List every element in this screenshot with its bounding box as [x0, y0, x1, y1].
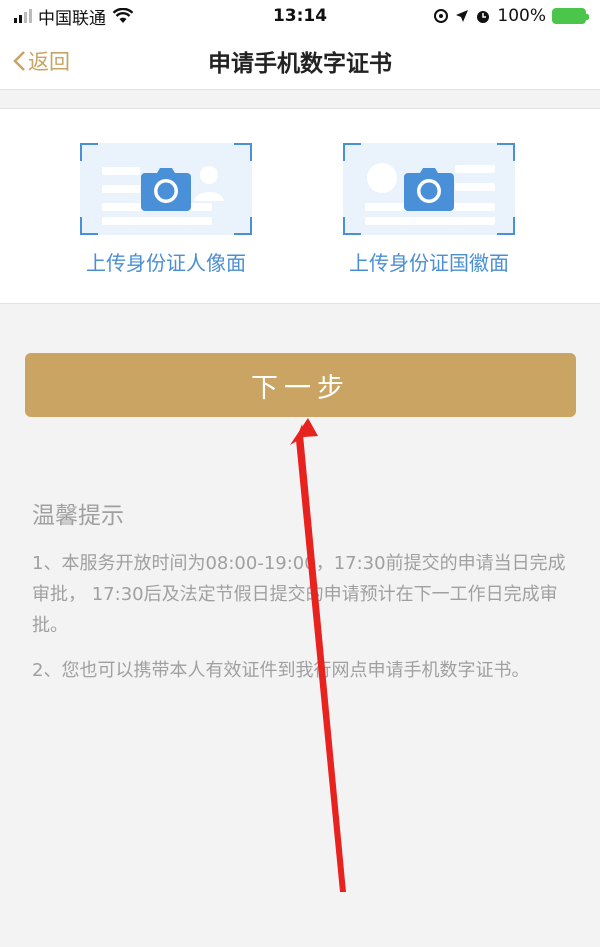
next-step-button[interactable]: 下一步	[25, 353, 576, 417]
alarm-icon	[477, 11, 490, 23]
camera-icon	[141, 168, 191, 211]
tip-item: 1、本服务开放时间为08:00-19:00，17:30前提交的申请当日完成审批，…	[32, 553, 566, 636]
id-card-front-placeholder	[80, 143, 252, 235]
status-right: 100%	[433, 6, 589, 26]
chevron-left-icon	[13, 51, 25, 71]
tips-title: 温馨提示	[32, 503, 124, 529]
tips-section: 温馨提示 1、本服务开放时间为08:00-19:00，17:30前提交的申请当日…	[32, 496, 577, 700]
portrait-silhouette-icon	[194, 166, 224, 201]
tip-item: 2、您也可以携带本人有效证件到我行网点申请手机数字证书。	[32, 660, 530, 681]
camera-icon	[404, 168, 454, 211]
carrier-name: 中国联通	[38, 8, 106, 29]
emblem-icon	[367, 163, 397, 193]
back-label: 返回	[28, 50, 70, 74]
nav-bar: 返回 申请手机数字证书	[0, 32, 600, 90]
page-title: 申请手机数字证书	[208, 50, 392, 77]
battery-icon	[552, 8, 589, 24]
clock: 13:14	[272, 6, 328, 26]
signal-icon	[14, 9, 32, 23]
battery-percent: 100%	[497, 6, 546, 26]
wifi-icon	[112, 8, 134, 23]
navigation-arrow-icon	[456, 10, 469, 22]
upload-id-back-button[interactable]: 上传身份证国徽面	[343, 143, 515, 276]
upload-panel: 上传身份证人像面 上传身份证国徽面	[0, 108, 600, 304]
status-bar: 中国联通 13:14 100%	[0, 0, 600, 32]
location-icon	[434, 9, 449, 23]
upload-id-front-button[interactable]: 上传身份证人像面	[80, 143, 252, 276]
upload-back-label: 上传身份证国徽面	[349, 251, 509, 275]
id-card-back-placeholder	[343, 143, 515, 235]
upload-front-label: 上传身份证人像面	[86, 251, 246, 275]
status-left: 中国联通	[14, 4, 134, 29]
back-button[interactable]: 返回	[12, 46, 70, 76]
